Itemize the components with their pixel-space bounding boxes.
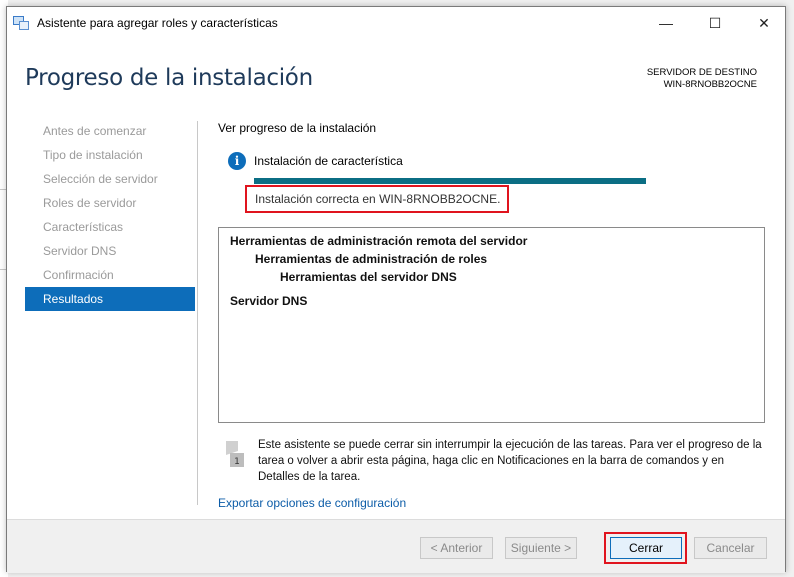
nav-item-roles-de-servidor: Roles de servidor [43,196,137,210]
window-title: Asistente para agregar roles y caracterí… [37,16,278,30]
close-button-highlight: Cerrar [604,532,687,564]
destination-server-label: SERVIDOR DE DESTINO [646,67,757,78]
next-button[interactable]: Siguiente > [505,537,577,559]
nav-item-seleccion-de-servidor: Selección de servidor [43,172,158,186]
nav-item-tipo-de-instalacion: Tipo de instalación [43,148,143,162]
nav-item-caracteristicas: Características [43,220,124,234]
close-button[interactable]: Cerrar [610,537,682,559]
install-kind-label: Instalación de característica [254,154,403,168]
success-message: Instalación correcta en WIN-8RNOBB2OCNE. [245,185,510,213]
wizard-footer: < Anterior Siguiente > Cerrar Cancelar [7,520,785,573]
results-list[interactable]: Herramientas de administración remota de… [218,227,765,423]
close-icon: ✕ [758,14,770,31]
feature-item: Herramientas de administración de roles [255,252,488,266]
feature-item: Herramientas del servidor DNS [280,270,457,284]
feature-item: Servidor DNS [230,294,308,308]
nav-item-servidor-dns: Servidor DNS [43,244,117,258]
page-title: Progreso de la instalación [25,65,313,91]
maximize-icon: ☐ [708,14,722,31]
nav-item-antes-de-comenzar: Antes de comenzar [43,124,147,138]
maximize-button[interactable]: ☐ [692,7,738,39]
nav-item-confirmacion: Confirmación [43,268,114,282]
feature-item: Herramientas de administración remota de… [230,234,528,248]
server-manager-icon [13,16,29,30]
minimize-icon: — [659,15,673,31]
notification-flag-icon: 1 [226,441,244,467]
minimize-button[interactable]: — [643,7,689,39]
install-progress-bar [254,178,646,184]
export-configuration-link[interactable]: Exportar opciones de configuración [218,496,406,510]
progress-section-label: Ver progreso de la instalación [218,121,377,135]
title-bar[interactable]: Asistente para agregar roles y caracterí… [7,7,785,39]
destination-server-name: WIN-8RNOBB2OCNE [663,79,757,90]
wizard-note: Este asistente se puede cerrar sin inter… [258,439,762,483]
install-progress-fill [254,178,646,184]
wizard-steps-nav: Antes de comenzar Tipo de instalación Se… [25,119,195,311]
nav-divider [197,121,198,505]
nav-item-resultados[interactable]: Resultados [25,287,195,311]
notification-badge: 1 [234,457,240,467]
info-icon: i [228,152,246,170]
previous-button[interactable]: < Anterior [420,537,493,559]
wizard-window: Asistente para agregar roles y caracterí… [6,6,786,573]
close-window-button[interactable]: ✕ [741,7,787,39]
cancel-button[interactable]: Cancelar [694,537,767,559]
destination-server: SERVIDOR DE DESTINO WIN-8RNOBB2OCNE [647,67,757,91]
